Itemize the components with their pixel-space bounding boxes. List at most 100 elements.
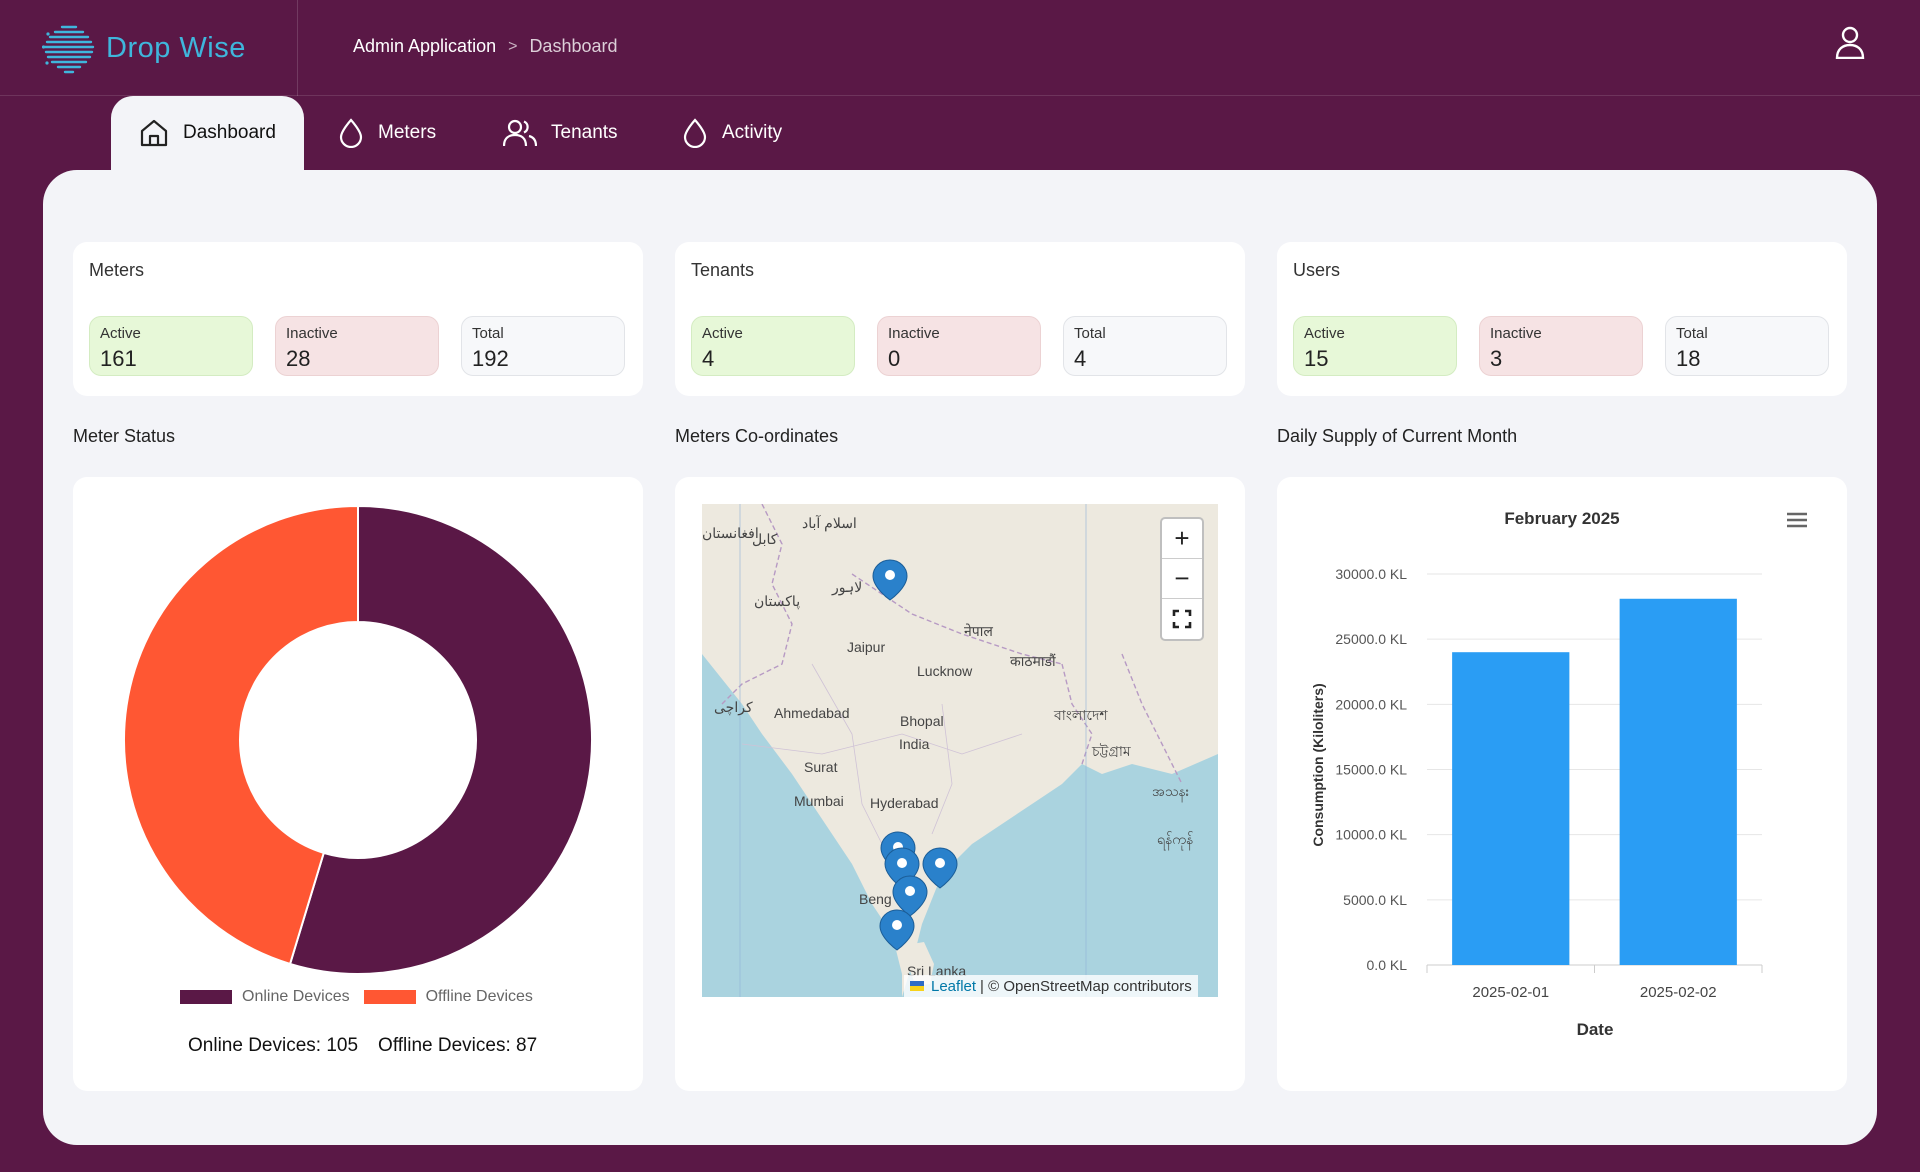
chip-value: 18 <box>1676 346 1701 371</box>
offline-count: Offline Devices: 87 <box>378 1035 538 1056</box>
meters-map[interactable]: Jaipur Lucknow Ahmedabad Bhopal India Su… <box>702 504 1218 997</box>
map-marker[interactable] <box>872 559 908 601</box>
chip-value: 28 <box>286 346 311 371</box>
leaflet-link[interactable]: Leaflet <box>931 978 976 995</box>
daily-supply-card <box>1277 477 1847 1091</box>
fullscreen-icon <box>1172 609 1192 629</box>
legend-swatch-online <box>180 990 232 1004</box>
chip-label: Active <box>100 325 141 342</box>
app-header: Drop Wise Admin Application > Dashboard <box>0 0 1920 96</box>
card-title: Tenants <box>691 260 755 280</box>
online-count: Online Devices: 105 <box>188 1035 359 1056</box>
drop-wise-logo-icon <box>42 25 95 74</box>
tab-meters[interactable]: Meters <box>338 96 436 170</box>
chip-value: 161 <box>100 346 137 371</box>
legend-item-offline[interactable]: Offline Devices <box>363 988 533 1006</box>
map-label: کراچی <box>714 699 753 716</box>
map-canvas: Jaipur Lucknow Ahmedabad Bhopal India Su… <box>702 504 1218 997</box>
chip-label: Total <box>1676 325 1708 342</box>
user-icon <box>1835 26 1865 59</box>
total-chip: Total 4 <box>1063 316 1227 376</box>
main-tabs: Dashboard Meters Tenants Activity <box>0 96 1920 266</box>
tab-label: Dashboard <box>183 122 276 143</box>
map-label: চট্টগ্রাম <box>1091 743 1131 759</box>
map-label: اسلام آباد <box>802 514 857 532</box>
map-label: नेपाल <box>964 623 993 639</box>
chip-label: Inactive <box>286 325 338 342</box>
total-chip: Total 18 <box>1665 316 1829 376</box>
legend-label: Online Devices <box>242 988 350 1005</box>
meter-status-title: Meter Status <box>73 426 176 446</box>
chip-label: Total <box>1074 325 1106 342</box>
chip-label: Active <box>702 325 743 342</box>
app-name: Drop Wise <box>106 31 246 64</box>
card-title: Users <box>1293 260 1341 280</box>
fullscreen-button[interactable] <box>1162 599 1202 639</box>
tenants-stat-card: Tenants Active 4 Inactive 0 Total 4 <box>675 242 1245 396</box>
map-label: افغانستان <box>702 525 759 541</box>
map-label: Jaipur <box>847 639 885 655</box>
map-attribution: Leaflet | © OpenStreetMap contributors <box>904 975 1198 997</box>
total-chip: Total 192 <box>461 316 625 376</box>
map-label: বাংলাদেশ <box>1053 707 1108 723</box>
breadcrumb-current: Dashboard <box>529 36 618 56</box>
chip-value: 4 <box>702 346 715 371</box>
tab-label: Meters <box>378 122 437 143</box>
active-chip: Active 161 <box>89 316 253 376</box>
app-logo[interactable]: Drop Wise <box>42 20 246 76</box>
meters-stat-card: Meters Active 161 Inactive 28 Total 192 <box>73 242 643 396</box>
header-divider <box>297 0 298 96</box>
map-label: Hyderabad <box>870 795 939 811</box>
map-label: لاہور <box>831 579 862 596</box>
users-stat-card: Users Active 15 Inactive 3 Total 18 <box>1277 242 1847 396</box>
coordinates-title: Meters Co-ordinates <box>675 426 839 446</box>
zoom-out-button[interactable]: − <box>1162 559 1202 599</box>
tab-dashboard[interactable]: Dashboard <box>111 96 304 170</box>
legend-item-online[interactable]: Online Devices <box>180 988 350 1006</box>
chip-label: Inactive <box>888 325 940 342</box>
daily-supply-title: Daily Supply of Current Month <box>1277 426 1518 446</box>
map-label: Beng <box>859 891 892 907</box>
chip-label: Inactive <box>1490 325 1542 342</box>
inactive-chip: Inactive 28 <box>275 316 439 376</box>
chip-value: 192 <box>472 346 509 371</box>
home-icon <box>140 119 168 147</box>
chip-label: Active <box>1304 325 1345 342</box>
map-label: Lucknow <box>917 663 973 679</box>
drop-icon <box>683 118 707 148</box>
breadcrumb-separator: > <box>508 37 518 55</box>
osm-attribution: | © OpenStreetMap contributors <box>980 977 1192 995</box>
chip-value: 0 <box>888 346 901 371</box>
breadcrumb-root[interactable]: Admin Application <box>353 36 496 57</box>
tab-label: Tenants <box>551 122 618 143</box>
tab-tenants[interactable]: Tenants <box>503 96 618 170</box>
device-counts: Online Devices: 105 Offline Devices: 87 <box>188 1035 537 1057</box>
breadcrumb: Admin Application > Dashboard <box>353 36 618 57</box>
chip-label: Total <box>472 325 504 342</box>
active-chip: Active 4 <box>691 316 855 376</box>
map-label: Mumbai <box>794 793 844 809</box>
chip-value: 3 <box>1490 346 1503 371</box>
inactive-chip: Inactive 0 <box>877 316 1041 376</box>
card-title: Meters <box>89 260 145 280</box>
chip-value: 4 <box>1074 346 1087 371</box>
donut-legend: Online Devices Offline Devices <box>180 988 547 1006</box>
tab-activity[interactable]: Activity <box>682 96 782 170</box>
ukraine-flag-icon <box>910 981 924 991</box>
map-label: काठमाडौं <box>1010 653 1056 669</box>
user-account-button[interactable] <box>1832 22 1868 62</box>
active-chip: Active 15 <box>1293 316 1457 376</box>
legend-label: Offline Devices <box>425 988 533 1005</box>
legend-swatch-offline <box>363 990 416 1004</box>
drop-icon <box>339 118 363 148</box>
inactive-chip: Inactive 3 <box>1479 316 1643 376</box>
map-label: پاکستان <box>754 593 800 610</box>
zoom-in-button[interactable]: + <box>1162 519 1202 559</box>
map-label: Surat <box>804 759 838 775</box>
map-zoom-controls: + − <box>1160 517 1204 641</box>
hamburger-menu-icon <box>1787 512 1807 528</box>
chart-menu-button[interactable] <box>1786 511 1808 529</box>
chip-value: 15 <box>1304 346 1329 371</box>
users-icon <box>503 119 537 147</box>
map-label: India <box>899 736 930 752</box>
